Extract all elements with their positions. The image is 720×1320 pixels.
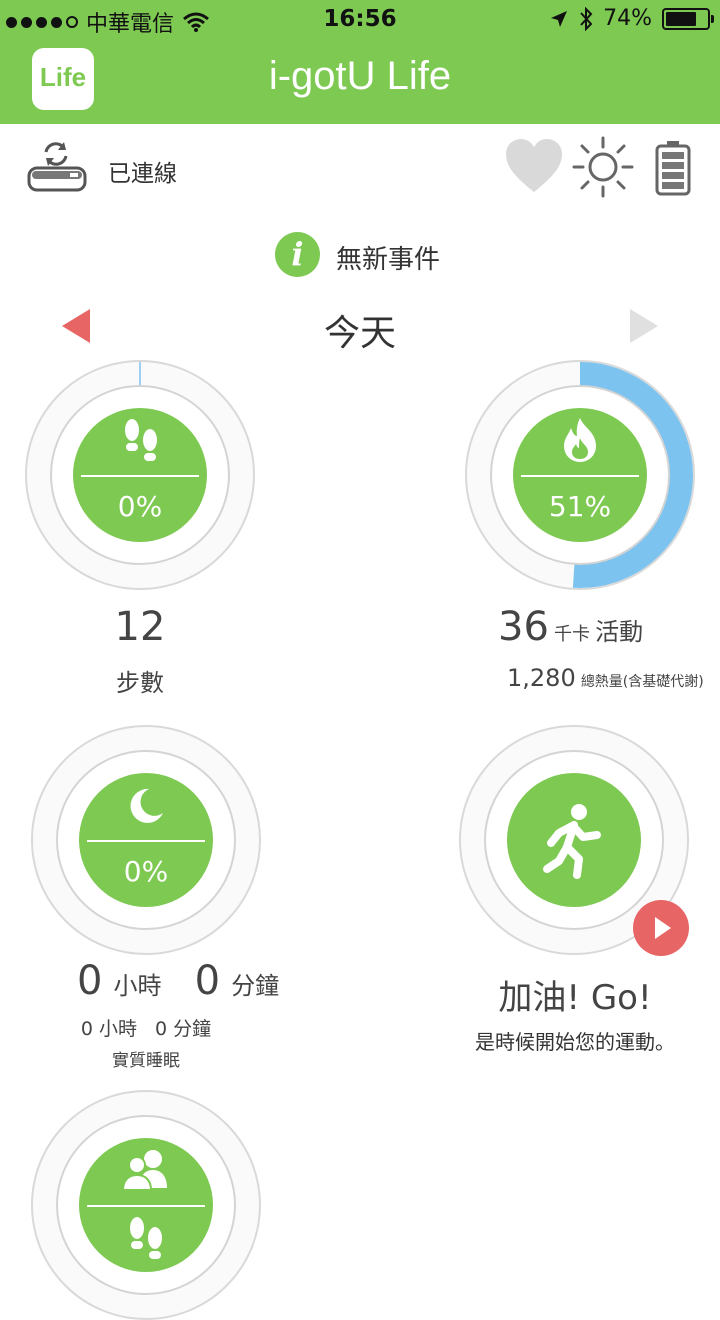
calories-value: 36 [498,604,549,650]
footprints-icon [125,419,157,461]
status-bar: 中華電信 16:56 74% [0,0,720,40]
exercise-message: 是時候開始您的運動。 [475,1030,675,1054]
sync-device-icon[interactable] [26,138,88,196]
sleep-detail: 0 小時 0 分鐘 [80,1018,212,1040]
bluetooth-icon [580,6,593,31]
sleep-duration: 0 小時 0 分鐘 [77,958,297,1004]
calories-total: 1,280 [507,664,576,692]
steps-disc[interactable]: 0% [73,408,207,542]
day-label: 今天 [323,313,396,354]
social-divider [87,1205,205,1207]
brightness-icon[interactable] [572,136,634,198]
sleep-divider [87,840,205,842]
calories-percent: 51% [548,490,612,523]
battery-percent: 74% [603,6,652,31]
app-header: 中華電信 16:56 74% Life i-gotU Life [0,0,720,124]
steps-value: 12 [114,604,166,650]
calories-total-row: 1,280 總熱量(含基礎代謝) [507,664,717,692]
friends-icon [121,1150,167,1190]
connection-status: 已連線 [108,161,177,187]
calories-label: 活動 [595,618,644,646]
battery-icon[interactable] [655,140,691,196]
sleep-detail-label: 實質睡眠 [112,1051,180,1071]
steps-percent: 0% [117,490,163,523]
calories-divider [521,475,639,477]
heart-icon[interactable] [504,138,564,194]
calories-disc[interactable]: 51% [513,408,647,542]
event-message: 無新事件 [336,245,441,275]
sleep-disc[interactable]: 0% [79,773,213,907]
next-day-arrow-icon[interactable] [630,309,658,343]
social-footprints-icon [130,1217,162,1259]
steps-label: 步數 [116,669,164,697]
sleep-percent: 0% [123,855,169,888]
battery-indicator-icon [662,7,714,30]
play-button[interactable] [633,900,689,956]
sleep-hours-unit: 小時 [113,972,162,1000]
flame-icon [564,418,596,462]
calories-unit: 千卡 [554,624,590,645]
location-arrow-icon [551,10,568,27]
calories-total-label: 總熱量(含基礎代謝) [580,674,704,690]
running-person-icon [543,804,601,879]
app-title: i-gotU Life [268,54,452,98]
info-icon[interactable]: i [275,232,320,277]
sleep-hours: 0 [77,958,103,1004]
exercise-disc[interactable] [507,773,641,907]
steps-divider [81,475,199,477]
status-right: 74% [549,6,714,31]
moon-icon [130,788,163,823]
sleep-minutes-unit: 分鐘 [231,972,280,1000]
social-disc[interactable] [79,1138,213,1272]
exercise-headline: 加油! Go! [498,978,652,1018]
calories-summary: 36 千卡 活動 [498,604,718,650]
sleep-minutes: 0 [194,958,221,1004]
